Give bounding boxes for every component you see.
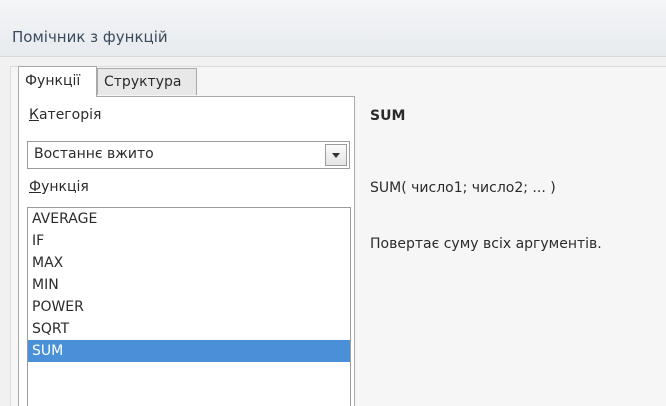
function-description: Повертає суму всіх аргументів.	[370, 236, 602, 252]
dialog-titlebar: Помічник з функцій	[0, 0, 666, 57]
list-item-average[interactable]: AVERAGE	[28, 208, 350, 230]
list-item-if[interactable]: IF	[28, 230, 350, 252]
list-item-power[interactable]: POWER	[28, 296, 350, 318]
function-list[interactable]: AVERAGE IF MAX MIN POWER SQRT SUM	[27, 207, 351, 406]
category-dropdown[interactable]: Востаннє вжито	[27, 141, 350, 169]
tab-structure[interactable]: Структура	[97, 68, 197, 95]
function-label-mnemonic: Ф	[29, 179, 42, 195]
tab-functions[interactable]: Функції	[18, 66, 97, 97]
function-name: SUM	[370, 108, 406, 124]
category-selected-value: Востаннє вжито	[34, 146, 154, 162]
function-label: Функція	[29, 179, 89, 195]
chevron-down-icon	[332, 153, 340, 158]
category-label-text: атегорія	[38, 107, 102, 123]
category-label: Категорія	[29, 107, 101, 123]
function-label-text: ункція	[41, 179, 89, 195]
list-item-max[interactable]: MAX	[28, 252, 350, 274]
list-item-sqrt[interactable]: SQRT	[28, 318, 350, 340]
functions-pane: Категорія Востаннє вжито Функція AVERAGE…	[18, 96, 355, 406]
dialog-title: Помічник з функцій	[12, 28, 168, 46]
list-item-sum[interactable]: SUM	[28, 340, 350, 362]
category-label-mnemonic: К	[29, 107, 39, 123]
function-syntax: SUM( число1; число2; ... )	[370, 180, 556, 196]
dropdown-button[interactable]	[325, 144, 347, 166]
list-item-min[interactable]: MIN	[28, 274, 350, 296]
